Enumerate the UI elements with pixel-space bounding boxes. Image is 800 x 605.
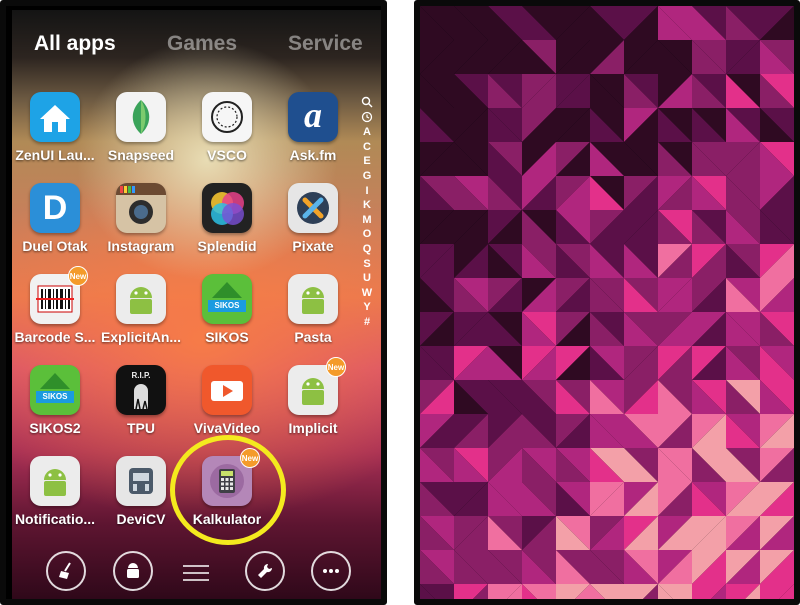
bottom-dock	[12, 548, 381, 599]
clean-broom-icon[interactable]	[46, 551, 86, 591]
app-zenui[interactable]: ZenUI Lau...	[12, 90, 98, 180]
app-label: Splendid	[197, 238, 257, 254]
index-letter[interactable]: I	[358, 184, 376, 199]
new-badge: New	[68, 266, 88, 286]
pixate-x-icon	[288, 183, 338, 233]
index-letter[interactable]: Q	[358, 242, 376, 257]
splendid-circles-icon	[202, 183, 252, 233]
index-letter[interactable]: A	[358, 125, 376, 140]
app-vsco[interactable]: VSCO	[184, 90, 270, 180]
app-label: DeviCV	[116, 511, 166, 527]
alphabet-index[interactable]: A C E G I K M O Q S U W Y #	[358, 96, 376, 330]
app-label: SIKOS	[205, 329, 249, 345]
menu-lines-icon[interactable]	[183, 560, 209, 586]
app-label: VivaVideo	[193, 420, 261, 436]
app-label: TPU	[127, 420, 155, 436]
duel-letter: D	[42, 189, 68, 227]
app-sikos[interactable]: SIKOS SIKOS	[184, 272, 270, 362]
vivavideo-play-icon	[202, 365, 252, 415]
app-pixate[interactable]: Pixate	[270, 181, 356, 271]
app-splendid[interactable]: Splendid	[184, 181, 270, 271]
search-icon[interactable]	[358, 96, 376, 111]
index-letter[interactable]: W	[358, 286, 376, 301]
phone-screenshot: All apps Games Service ZenUI Lau... Snap…	[0, 0, 387, 605]
zenui-home-icon	[30, 92, 80, 142]
android-robot-icon	[288, 274, 338, 324]
app-label: SIKOS2	[29, 420, 81, 436]
app-notification[interactable]: Notificatio...	[12, 454, 98, 544]
app-label: ZenUI Lau...	[15, 147, 95, 163]
index-letter[interactable]: S	[358, 257, 376, 272]
app-label: Pixate	[292, 238, 334, 254]
tab-service[interactable]: Service	[288, 32, 363, 56]
app-implicit[interactable]: New Implicit	[270, 357, 356, 453]
index-letter[interactable]: #	[358, 315, 376, 330]
app-label: Implicit	[288, 420, 338, 436]
devicv-robot-icon	[116, 456, 166, 506]
index-letter[interactable]: K	[358, 198, 376, 213]
wrench-icon[interactable]	[245, 551, 285, 591]
app-label: Ask.fm	[289, 147, 337, 163]
index-letter[interactable]: G	[358, 169, 376, 184]
app-label: Duel Otak	[22, 238, 88, 254]
index-letter[interactable]: Y	[358, 300, 376, 315]
vsco-ring-icon	[202, 92, 252, 142]
drawer-tabs: All apps Games Service	[12, 32, 381, 68]
instagram-camera-icon	[116, 183, 166, 233]
app-snapseed[interactable]: Snapseed	[98, 90, 184, 180]
tpu-rip-icon: R.I.P.	[116, 365, 166, 415]
duel-otak-d-icon: D	[30, 183, 80, 233]
app-label: ExplicitAn...	[100, 329, 182, 345]
app-barcode-scanner[interactable]: New Barcode S...	[12, 266, 98, 362]
tab-games[interactable]: Games	[167, 32, 237, 56]
app-explicitan[interactable]: ExplicitAn...	[98, 272, 184, 362]
index-letter[interactable]: E	[358, 154, 376, 169]
app-label: Pasta	[294, 329, 332, 345]
index-letter[interactable]: O	[358, 227, 376, 242]
sikos-text: SIKOS	[208, 300, 246, 312]
sikos-house-icon: SIKOS	[202, 274, 252, 324]
askfm-a-icon: a	[288, 92, 338, 142]
app-tpu[interactable]: R.I.P. TPU	[98, 363, 184, 453]
app-label: Snapseed	[107, 147, 175, 163]
index-letter[interactable]: M	[358, 213, 376, 228]
app-pasta[interactable]: Pasta	[270, 272, 356, 362]
android-robot-icon	[30, 456, 80, 506]
index-letter[interactable]: C	[358, 140, 376, 155]
app-duel-otak[interactable]: D Duel Otak	[12, 181, 98, 271]
more-dots-icon[interactable]	[311, 551, 351, 591]
highlight-circle	[170, 435, 286, 545]
app-askfm[interactable]: a Ask.fm	[270, 90, 356, 180]
askfm-letter: a	[304, 95, 322, 135]
triangle-pattern-image	[420, 6, 794, 599]
app-label: VSCO	[207, 147, 247, 163]
android-robot-icon	[116, 274, 166, 324]
snapseed-leaf-icon	[116, 92, 166, 142]
sikos-text: SIKOS	[36, 391, 74, 403]
recent-clock-icon[interactable]	[358, 111, 376, 126]
tab-all-apps[interactable]: All apps	[34, 32, 116, 56]
app-label: Barcode S...	[14, 329, 96, 345]
app-label: Notificatio...	[14, 511, 96, 527]
sikos-house-icon: SIKOS	[30, 365, 80, 415]
app-instagram[interactable]: Instagram	[98, 181, 184, 271]
app-sikos2[interactable]: SIKOS SIKOS2	[12, 363, 98, 453]
wallpaper-preview	[414, 0, 800, 605]
app-label: Instagram	[107, 238, 175, 254]
app-drawer: All apps Games Service ZenUI Lau... Snap…	[12, 10, 381, 599]
index-letter[interactable]: U	[358, 271, 376, 286]
store-bag-icon[interactable]	[113, 551, 153, 591]
new-badge: New	[326, 357, 346, 377]
